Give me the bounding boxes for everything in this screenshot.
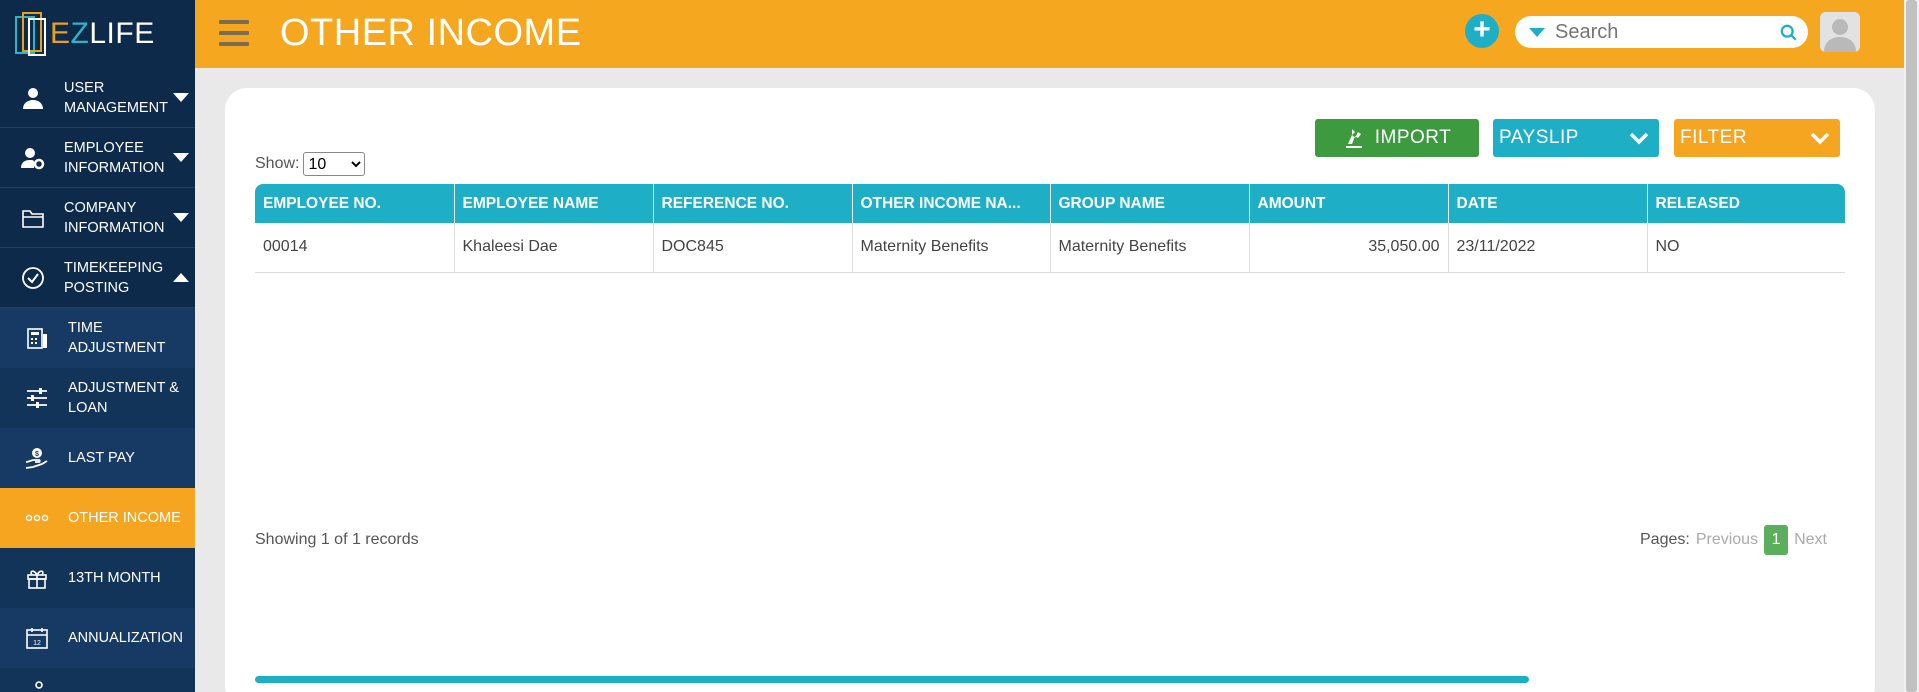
table-row[interactable]: 00014 Khaleesi Dae DOC845 Maternity Bene… [255,223,1845,273]
sidebar-item-label: EMPLOYEE INFORMATION [64,139,165,176]
search-input[interactable] [1555,20,1775,44]
sidebar-item-label: TIME ADJUSTMENT [68,320,166,356]
sidebar-item-label: USER MANAGEMENT [64,79,168,116]
add-button[interactable]: + [1465,14,1499,48]
cell-reference-no: DOC845 [653,223,853,273]
cell-employee-no: 00014 [255,223,455,273]
cell-other-income-name: Maternity Benefits [852,223,1051,273]
import-button[interactable]: IMPORT [1315,119,1479,157]
next-page-link[interactable]: Next [1794,531,1827,549]
logo-mark-icon [14,9,48,59]
sidebar-item-company-information[interactable]: COMPANY INFORMATION [0,188,195,248]
import-icon [1345,129,1362,148]
column-header-group-name[interactable]: GROUP NAME [1050,184,1250,223]
avatar[interactable] [1820,12,1860,52]
svg-text:$: $ [35,451,39,458]
check-circle-icon [20,265,46,291]
page-number-current[interactable]: 1 [1764,525,1789,555]
sidebar-item-label: ADJUSTMENT & LOAN [68,380,179,416]
chevron-down-icon [173,212,189,222]
gift-icon [24,565,50,591]
sidebar: EZLIFE USER MANAGEMENT EMPLOYEE INFORMAT… [0,0,195,692]
dots-icon [24,505,50,531]
sidebar-item-user-management[interactable]: USER MANAGEMENT [0,68,195,128]
sidebar-item-label: 13TH MONTH [68,570,161,586]
calculator-icon [24,325,50,351]
column-header-released[interactable]: RELEASED [1647,184,1845,223]
show-label: Show: [255,155,300,172]
folder-icon [20,205,46,231]
previous-page-link[interactable]: Previous [1696,531,1758,549]
cell-group-name: Maternity Benefits [1050,223,1250,273]
sidebar-item-employee-information[interactable]: EMPLOYEE INFORMATION [0,128,195,188]
app-logo[interactable]: EZLIFE [0,0,195,68]
top-bar: OTHER INCOME + [195,0,1904,68]
sidebar-item-label: COMPANY INFORMATION [64,199,165,236]
sidebar-item-label: OTHER INCOME [68,510,181,526]
cell-employee-name: Khaleesi Dae [454,223,654,273]
chevron-down-icon [1629,132,1649,145]
sidebar-item-annualization[interactable]: 12 ANNUALIZATION [0,608,195,668]
sidebar-item-other-income[interactable]: OTHER INCOME [0,488,195,548]
chevron-up-icon [173,272,189,282]
payslip-label: PAYSLIP [1499,127,1579,148]
sidebar-item-more[interactable] [0,668,195,692]
other-income-table: EMPLOYEE NO. EMPLOYEE NAME REFERENCE NO.… [255,184,1845,273]
link-icon [24,670,50,692]
sidebar-item-last-pay[interactable]: $ LAST PAY [0,428,195,488]
search-filter-dropdown-icon[interactable] [1529,27,1545,37]
cell-date: 23/11/2022 [1448,223,1648,273]
column-header-other-income-name[interactable]: OTHER INCOME NA... [852,184,1051,223]
chevron-down-icon [173,152,189,162]
sliders-icon [24,385,50,411]
sidebar-item-label: ANNUALIZATION [68,630,183,646]
calendar-icon: 12 [24,625,50,651]
sidebar-item-timekeeping-posting[interactable]: TIMEKEEPING POSTING [0,248,195,308]
payslip-dropdown[interactable]: PAYSLIP [1493,119,1659,157]
cell-released: NO [1647,223,1845,273]
column-header-reference-no[interactable]: REFERENCE NO. [653,184,853,223]
search-box [1515,16,1808,48]
chevron-down-icon [173,92,189,102]
employee-settings-icon [20,145,46,171]
user-icon [20,85,46,111]
chevron-down-icon [1810,132,1830,145]
sidebar-item-adjustment-loan[interactable]: ADJUSTMENT & LOAN [0,368,195,428]
sidebar-item-label: TIMEKEEPING POSTING [64,259,164,296]
search-icon[interactable] [1780,24,1798,42]
pagination: Pages: Previous 1 Next [1640,525,1827,555]
content-card: Show: 10 IMPORT PAYSLIP FILTER EMPLOYEE … [225,88,1875,692]
vertical-scrollbar-thumb[interactable] [1906,0,1917,692]
sidebar-item-13th-month[interactable]: 13TH MONTH [0,548,195,608]
page-size-control: Show: 10 [255,152,366,176]
pages-label: Pages: [1640,531,1690,548]
page-size-select[interactable]: 10 [303,152,366,176]
cell-amount: 35,050.00 [1249,223,1449,273]
hamburger-menu-icon[interactable] [219,20,249,46]
filter-dropdown[interactable]: FILTER [1674,119,1840,157]
records-summary: Showing 1 of 1 records [255,531,419,548]
sidebar-item-label: LAST PAY [68,450,135,466]
table-header-row: EMPLOYEE NO. EMPLOYEE NAME REFERENCE NO.… [255,184,1845,223]
import-label: IMPORT [1374,127,1452,148]
sidebar-item-time-adjustment[interactable]: TIME ADJUSTMENT [0,308,195,368]
column-header-employee-name[interactable]: EMPLOYEE NAME [454,184,654,223]
column-header-employee-no[interactable]: EMPLOYEE NO. [255,184,455,223]
horizontal-scrollbar[interactable] [255,676,1529,683]
hand-coin-icon: $ [24,445,50,471]
filter-label: FILTER [1680,127,1748,148]
page-title: OTHER INCOME [280,12,582,54]
column-header-amount[interactable]: AMOUNT [1249,184,1449,223]
logo-text: EZLIFE [50,17,155,50]
svg-text:12: 12 [33,640,41,647]
column-header-date[interactable]: DATE [1448,184,1648,223]
